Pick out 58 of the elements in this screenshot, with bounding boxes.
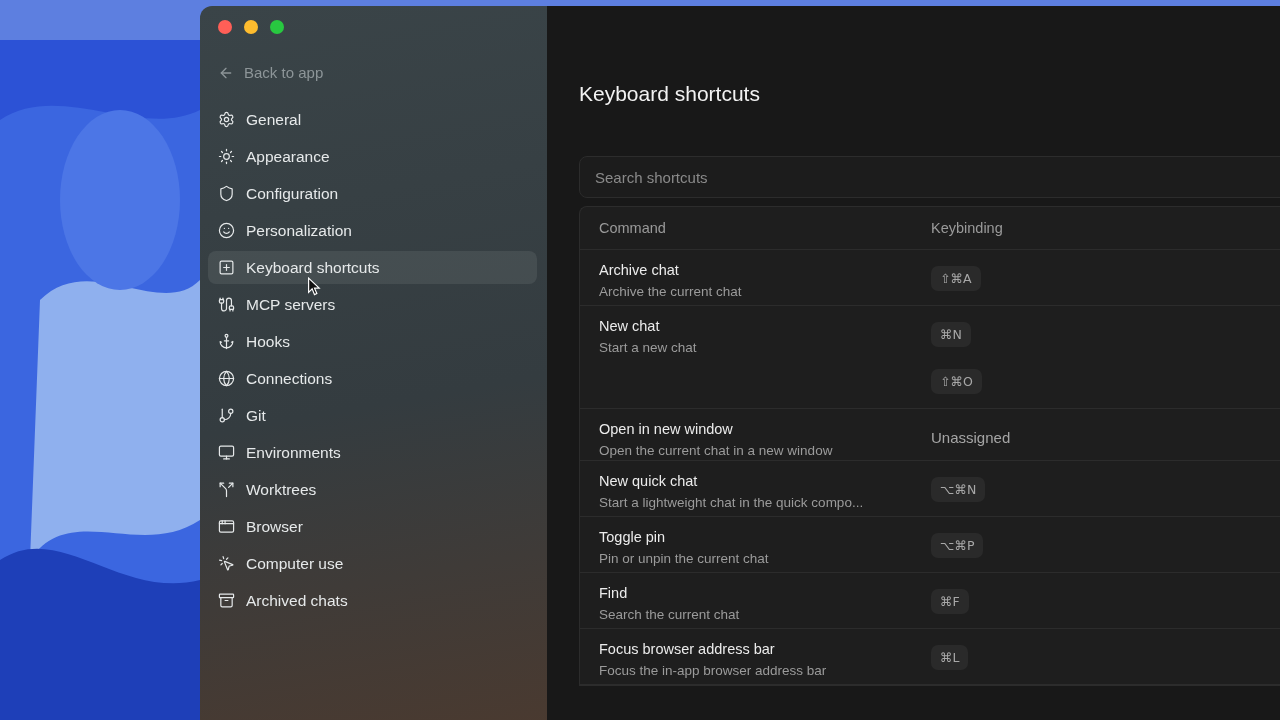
command-description: Archive the current chat (599, 284, 743, 299)
column-header: Command (598, 219, 667, 238)
cursor-icon (307, 277, 322, 297)
command-name: Archive chat (599, 262, 680, 278)
command-name: Find (599, 585, 629, 601)
window-close-button[interactable] (218, 20, 232, 34)
key-chip[interactable]: ⌥⌘N (931, 477, 986, 502)
sidebar-item[interactable]: Archived chats (208, 584, 537, 617)
command-description: Open the current chat in a new window (599, 443, 834, 458)
command-description: Focus the in-app browser address bar (599, 663, 828, 678)
key-chip[interactable]: ⌘L (931, 645, 969, 670)
search-field[interactable]: Search shortcuts (579, 156, 1280, 198)
sidebar-item[interactable]: Computer use (208, 547, 537, 580)
command-description: Start a new chat (599, 340, 698, 355)
column-header: Keybinding (930, 219, 1004, 238)
sidebar-item[interactable]: Worktrees (208, 473, 537, 506)
key-chip[interactable]: ⌥⌘P (931, 533, 984, 558)
key-chip[interactable]: ⇧⌘A (931, 266, 981, 291)
binding-text: Unassigned (931, 428, 1011, 446)
sidebar-item[interactable]: Configuration (208, 177, 537, 210)
sidebar-item[interactable]: Git (208, 399, 537, 432)
page-title: Keyboard shortcuts (579, 82, 761, 106)
window-minimize-button[interactable] (244, 20, 258, 34)
menu-item-icon (218, 296, 235, 313)
sidebar-item[interactable]: Browser (208, 510, 537, 543)
sidebar-item[interactable]: Personalization (208, 214, 537, 247)
sidebar-item[interactable]: Connections (208, 362, 537, 395)
sidebar-item[interactable]: MCP servers (208, 288, 537, 321)
menu-item-icon (218, 592, 235, 609)
menu-item-icon (218, 222, 235, 239)
command-description: Search the current chat (599, 607, 741, 622)
command-description: Start a lightweight chat in the quick compo... (599, 495, 865, 510)
key-chip[interactable]: ⌘N (931, 322, 971, 347)
window-zoom-button[interactable] (270, 20, 284, 34)
menu-item-icon (218, 185, 235, 202)
menu-item-icon (218, 481, 235, 498)
sidebar-item[interactable]: Environments (208, 436, 537, 469)
sidebar-item[interactable]: Hooks (208, 325, 537, 358)
command-name: New quick chat (599, 473, 699, 489)
sidebar-item[interactable]: Keyboard shortcuts (208, 251, 537, 284)
menu-item-icon (218, 111, 235, 128)
menu-item-icon (218, 148, 235, 165)
command-name: New chat (599, 318, 661, 334)
menu-item-icon (218, 444, 235, 461)
sidebar-item[interactable]: Appearance (208, 140, 537, 173)
menu-item-icon (218, 407, 235, 424)
key-chip[interactable]: ⇧⌘O (931, 369, 982, 394)
menu-item-icon (218, 555, 235, 572)
menu-item-icon (218, 370, 235, 387)
sidebar-item[interactable]: General (208, 103, 537, 136)
menu-item-icon (218, 259, 235, 276)
command-name: Toggle pin (599, 529, 667, 545)
menu-item-icon (218, 333, 235, 350)
command-description: Pin or unpin the current chat (599, 551, 770, 566)
command-name: Focus browser address bar (599, 641, 776, 657)
key-chip[interactable]: ⌘F (931, 589, 969, 614)
menu-item-icon (218, 518, 235, 535)
command-name: Open in new window (599, 421, 734, 437)
